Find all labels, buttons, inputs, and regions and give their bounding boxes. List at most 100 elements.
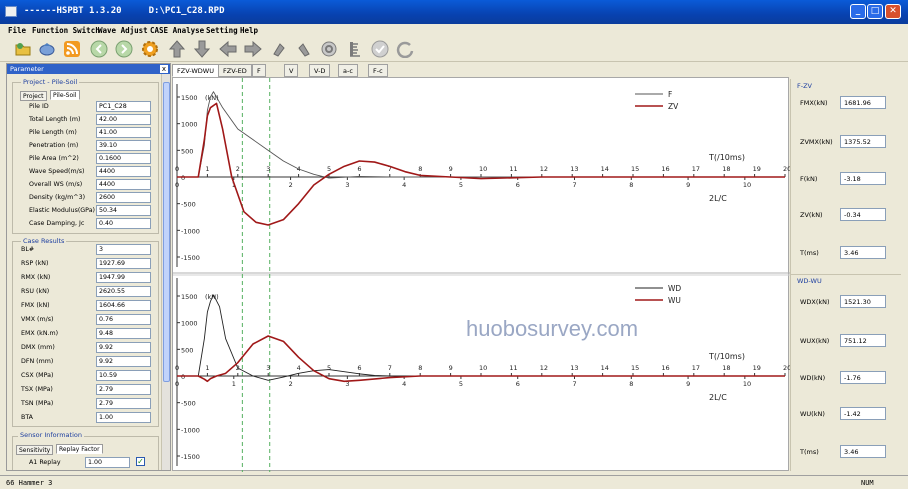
sensor-value-input[interactable]: 1.00 [85, 457, 130, 468]
tab-v[interactable]: V [284, 64, 299, 77]
param-value-input[interactable]: 2600 [96, 192, 151, 203]
reset-icon[interactable] [320, 40, 338, 58]
result-value-field[interactable]: 0.76 [96, 314, 151, 325]
result-value-field[interactable]: 1604.66 [96, 300, 151, 311]
result-label: BTA [21, 414, 33, 421]
minimize-button[interactable]: _ [850, 4, 866, 19]
scrollbar-thumb[interactable] [163, 82, 170, 382]
param-value-input[interactable]: 42.00 [96, 114, 151, 125]
tab-replay-factor[interactable]: Replay Factor [56, 444, 103, 454]
x-bottom-tick-label: 9 [686, 380, 690, 388]
tab-fzv-wdwu[interactable]: FZV-WDWU [172, 64, 219, 77]
param-value-input[interactable]: 0.40 [96, 218, 151, 229]
result-value-field[interactable]: 2.79 [96, 384, 151, 395]
result-value-field[interactable]: 1947.99 [96, 272, 151, 283]
x-top-tick-label: 18 [722, 364, 730, 372]
param-value-input[interactable]: 0.1600 [96, 153, 151, 164]
x-top-tick-label: 6 [357, 364, 361, 372]
readout-label: WU(kN) [800, 410, 825, 418]
x-bottom-tick-label: 6 [516, 181, 520, 189]
result-label: BL# [21, 246, 35, 253]
back-icon[interactable] [90, 40, 108, 58]
sensor-checkbox[interactable]: ✓ [136, 457, 145, 466]
x-bottom-tick-label: 2 [289, 380, 293, 388]
menu-file[interactable]: File [8, 26, 26, 35]
panel-scrollbar[interactable] [161, 74, 170, 470]
result-value-field[interactable]: 10.59 [96, 370, 151, 381]
panel-divider [791, 274, 901, 275]
result-label: VMX (m/s) [21, 316, 54, 323]
x-bottom-axis-label: 2L/C [709, 194, 727, 203]
menu-function-switch[interactable]: Function Switch [32, 26, 100, 35]
result-value-field[interactable]: 9.92 [96, 342, 151, 353]
param-value-input[interactable]: 4400 [96, 179, 151, 190]
x-top-tick-label: 8 [418, 364, 422, 372]
check-icon[interactable] [371, 40, 389, 58]
tab-v-d[interactable]: V-D [309, 64, 331, 77]
result-row: TSN (MPa) 2.79 [15, 398, 155, 410]
result-value-field[interactable]: 1927.69 [96, 258, 151, 269]
result-row: VMX (m/s) 0.76 [15, 314, 155, 326]
menu-case-analyse[interactable]: CASE Analyse [150, 26, 204, 35]
title-bar[interactable]: ------HSPBT 1.3.20 D:\PC1_C28.RPD _ □ ✕ [0, 0, 908, 24]
menu-setting[interactable]: Setting [206, 26, 238, 35]
result-value-field[interactable]: 9.48 [96, 328, 151, 339]
chart-area[interactable]: 1500 1000 500 0 -500 -1000 -1500 (kN) 0 1 2 3 4 5 6 7 8 9… [172, 77, 790, 472]
rotate-right-icon[interactable] [295, 40, 313, 58]
result-label: FMX (kN) [21, 302, 50, 309]
x-top-tick-label: 9 [449, 165, 453, 173]
legend-zv-label: ZV [668, 102, 679, 111]
result-value-field[interactable]: 1.00 [96, 412, 151, 423]
save-icon[interactable] [38, 40, 56, 58]
menu-wave-adjust[interactable]: Wave Adjust [98, 26, 148, 35]
param-value-input[interactable]: PC1_C28 [96, 101, 151, 112]
x-top-tick-label: 13 [570, 364, 578, 372]
result-value-field[interactable]: 3 [96, 244, 151, 255]
tab-sensitivity[interactable]: Sensitivity [16, 445, 54, 455]
tab-fzv-ed[interactable]: FZV-ED [218, 64, 252, 77]
rss-icon[interactable] [63, 40, 81, 58]
arrow-down-icon[interactable] [193, 40, 211, 58]
readout-row: ZVMX(kN) 1375.52 [791, 135, 901, 149]
readout-row: FMX(kN) 1681.96 [791, 96, 901, 110]
param-value-input[interactable]: 39.10 [96, 140, 151, 151]
rotate-left-icon[interactable] [270, 40, 288, 58]
param-label: Case Damping, Jc [29, 220, 85, 227]
x-top-tick-label: 16 [661, 165, 669, 173]
result-label: EMX (kN.m) [21, 330, 59, 337]
gear-icon[interactable] [141, 40, 159, 58]
tab-a-c[interactable]: a-c [338, 64, 358, 77]
readout-row: WU(kN) -1.42 [791, 407, 901, 421]
param-value-input[interactable]: 4400 [96, 166, 151, 177]
x-bottom-tick-label: 3 [345, 181, 349, 189]
readout-label: FMX(kN) [800, 99, 828, 107]
x-bottom-tick-label: 2 [289, 181, 293, 189]
waveform-charts[interactable]: 150010005000-500-1000-1500(kN)0 1 2 3 4 5 6 7 8 9… [173, 78, 790, 472]
result-label: CSX (MPa) [21, 372, 54, 379]
result-value-field[interactable]: 2620.55 [96, 286, 151, 297]
result-value-field[interactable]: 9.92 [96, 356, 151, 367]
result-value-field[interactable]: 2.79 [96, 398, 151, 409]
arrow-right-icon[interactable] [244, 40, 262, 58]
arrow-up-icon[interactable] [168, 40, 186, 58]
arrow-left-icon[interactable] [219, 40, 237, 58]
param-row: Density (kg/m^3) 2600 [15, 192, 155, 204]
x-bottom-tick-label: 7 [572, 181, 576, 189]
folder-icon[interactable] [14, 40, 32, 58]
param-row: Elastic Modulus(GPa) 50.34 [15, 205, 155, 217]
param-row: Penetration (m) 39.10 [15, 140, 155, 152]
close-button[interactable]: ✕ [885, 4, 901, 19]
param-value-input[interactable]: 50.34 [96, 205, 151, 216]
tab-f[interactable]: F [252, 64, 266, 77]
maximize-button[interactable]: □ [867, 4, 883, 19]
refresh-icon[interactable] [396, 40, 414, 58]
menu-help[interactable]: Help [240, 26, 258, 35]
panel-close-button[interactable]: x [160, 65, 168, 73]
param-value-input[interactable]: 41.00 [96, 127, 151, 138]
tab-pile-soil[interactable]: Pile-Soil [50, 90, 80, 100]
tab-project[interactable]: Project [20, 91, 47, 101]
tab-f-c[interactable]: F-c [368, 64, 388, 77]
ruler-icon[interactable] [346, 40, 364, 58]
forward-icon[interactable] [115, 40, 133, 58]
x-top-tick-label: 14 [601, 165, 609, 173]
